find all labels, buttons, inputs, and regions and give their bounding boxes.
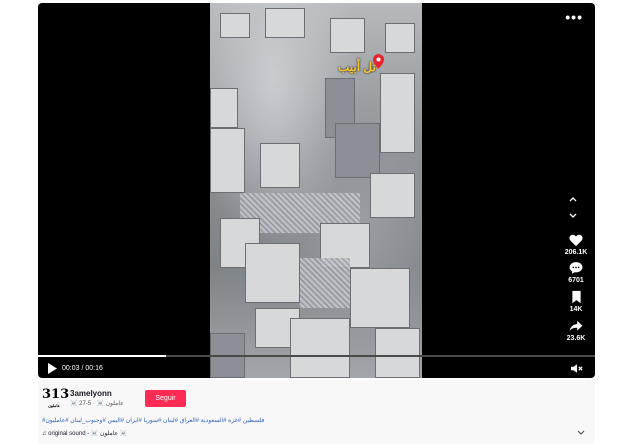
building [210, 128, 245, 193]
sound-link[interactable]: ♫ original sound - ☠️ عاملون ☠️ [42, 430, 127, 437]
building [335, 123, 380, 178]
comment-button[interactable]: 6701 [558, 261, 594, 284]
building [290, 318, 350, 378]
follow-button[interactable]: Seguir [145, 390, 186, 407]
save-count: 14K [569, 306, 583, 313]
building [385, 23, 415, 53]
building [260, 143, 300, 188]
building [370, 173, 415, 218]
expand-chevron-icon[interactable] [577, 430, 585, 436]
comment-count: 6701 [568, 277, 584, 284]
duration: 00:16 [85, 365, 103, 372]
building [245, 243, 300, 303]
rubble [300, 258, 350, 308]
post-meta: ☠️ عاملون ☠️ · 5-27 [70, 401, 124, 407]
building [380, 73, 415, 153]
hashtags[interactable]: #فلسطين #غزة #السعودية #العراق #لبنان #س… [42, 417, 264, 424]
progress-bar[interactable] [38, 355, 595, 357]
heart-icon [569, 234, 583, 247]
like-count: 206.1K [564, 249, 588, 256]
location-pin-icon [373, 54, 384, 69]
building [375, 328, 420, 378]
video-frame[interactable]: تل أبيب [210, 3, 422, 378]
share-button[interactable]: 23.6K [558, 319, 594, 342]
username[interactable]: 3amelyonn [70, 389, 112, 398]
chevron-down-icon[interactable] [569, 213, 577, 219]
mute-icon[interactable] [571, 363, 583, 374]
video-player[interactable]: تل أبيب ••• 206.1K 6701 14K 23.6K 00:03 … [38, 3, 595, 378]
building [330, 18, 365, 53]
building [265, 8, 305, 38]
avatar-text: 313 [42, 387, 70, 402]
play-icon[interactable] [48, 363, 57, 374]
location-overlay-text: تل أبيب [338, 60, 376, 74]
bookmark-icon [571, 290, 581, 304]
current-time: 00:03 [62, 365, 80, 372]
share-count: 23.6K [566, 335, 586, 342]
share-icon [569, 320, 583, 332]
progress-fill [38, 355, 167, 357]
avatar[interactable]: 313 عاملون [42, 386, 70, 410]
building [350, 268, 410, 328]
post-info: 313 عاملون 3amelyonn ☠️ عاملون ☠️ · 5-27… [38, 380, 595, 444]
chevron-up-icon[interactable] [569, 196, 577, 202]
avatar-subtext: عاملون [47, 403, 61, 408]
comment-icon [569, 262, 583, 274]
more-options-icon[interactable]: ••• [565, 9, 583, 25]
building [220, 13, 250, 38]
like-button[interactable]: 206.1K [558, 233, 594, 256]
building [210, 88, 238, 128]
time-readout: 00:03 / 00:16 [62, 365, 103, 372]
bookmark-button[interactable]: 14K [558, 290, 594, 313]
